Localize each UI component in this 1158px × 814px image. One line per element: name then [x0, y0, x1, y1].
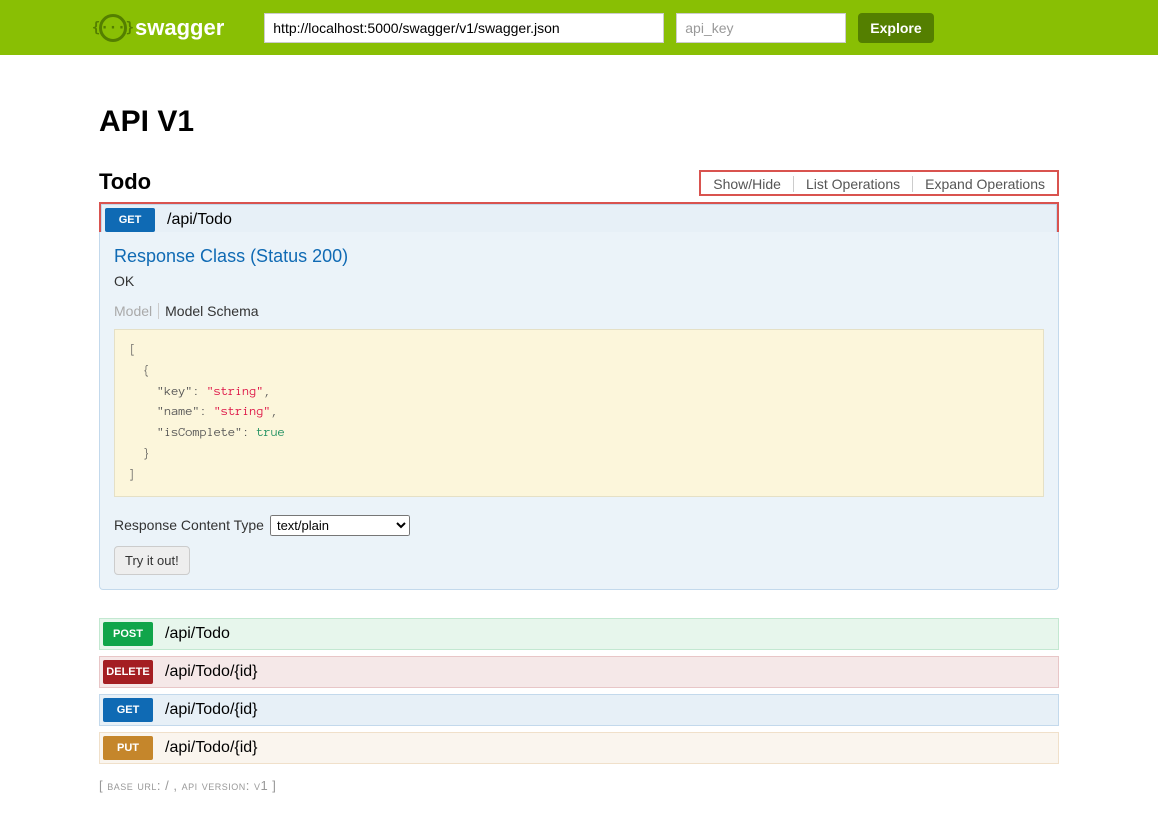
response-content-type-select[interactable]: text/plain: [270, 515, 410, 536]
method-badge-put: PUT: [103, 736, 153, 760]
spec-url-input[interactable]: [264, 13, 664, 43]
method-badge-delete: DELETE: [103, 660, 153, 684]
operation-path: /api/Todo/{id}: [165, 663, 258, 681]
response-content-type-label: Response Content Type: [114, 517, 264, 533]
section-header: Todo Show/Hide List Operations Expand Op…: [99, 169, 1059, 196]
footer-meta: [ base url: / , api version: v1 ]: [99, 778, 1059, 793]
api-key-input[interactable]: [676, 13, 846, 43]
page-title: API V1: [99, 105, 1059, 139]
operation-row[interactable]: GET/api/Todo/{id}: [99, 694, 1059, 726]
method-badge-get: GET: [105, 208, 155, 232]
operation-row[interactable]: DELETE/api/Todo/{id}: [99, 656, 1059, 688]
response-class-heading: Response Class (Status 200): [114, 246, 1044, 267]
method-badge-get: GET: [103, 698, 153, 722]
method-badge-post: POST: [103, 622, 153, 646]
tab-model[interactable]: Model: [114, 303, 159, 319]
operation-path: /api/Todo: [167, 211, 232, 229]
model-schema-json[interactable]: [ { "key": "string", "name": "string", "…: [114, 329, 1044, 497]
section-title[interactable]: Todo: [99, 169, 151, 195]
operation-details: Response Class (Status 200) OK ModelMode…: [99, 232, 1059, 590]
operation-row[interactable]: PUT/api/Todo/{id}: [99, 732, 1059, 764]
expand-operations-link[interactable]: Expand Operations: [913, 176, 1049, 192]
tab-model-schema[interactable]: Model Schema: [165, 303, 258, 319]
operation-row[interactable]: POST/api/Todo: [99, 618, 1059, 650]
swagger-logo-text: swagger: [135, 15, 224, 41]
try-it-out-button[interactable]: Try it out!: [114, 546, 190, 575]
operation-path: /api/Todo/{id}: [165, 739, 258, 757]
topbar: {···} swagger Explore: [0, 0, 1158, 55]
operation-path: /api/Todo: [165, 625, 230, 643]
response-status-text: OK: [114, 273, 1044, 289]
model-tabs: Model Model Schema: [114, 303, 1044, 319]
main-container: API V1 Todo Show/Hide List Operations Ex…: [99, 55, 1059, 793]
explore-button[interactable]: Explore: [858, 13, 933, 43]
swagger-logo[interactable]: {···} swagger: [99, 14, 224, 42]
list-operations-link[interactable]: List Operations: [794, 176, 913, 192]
swagger-logo-icon: {···}: [99, 14, 127, 42]
operation-path: /api/Todo/{id}: [165, 701, 258, 719]
section-actions: Show/Hide List Operations Expand Operati…: [699, 170, 1059, 196]
show-hide-link[interactable]: Show/Hide: [709, 176, 794, 192]
